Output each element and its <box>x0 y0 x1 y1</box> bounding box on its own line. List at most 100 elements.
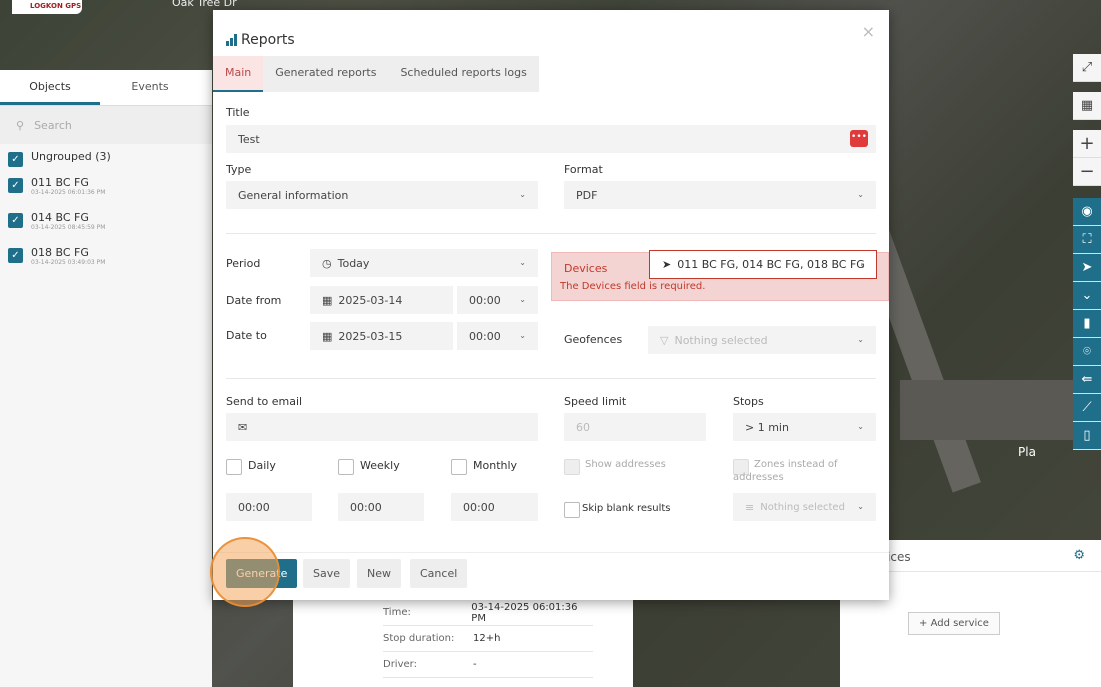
device-time: 03-14-2025 06:01:36 PM <box>31 189 106 196</box>
show-addresses-label: Show addresses <box>585 459 666 470</box>
info-key: Time: <box>383 607 411 618</box>
zones-select[interactable]: ≡ Nothing selected ⌄ <box>733 493 876 521</box>
route-icon[interactable]: ⇚ <box>1073 366 1101 394</box>
reports-modal: Reports × Main Generated reports Schedul… <box>213 10 889 600</box>
chevron-down-icon: ⌄ <box>857 190 864 199</box>
weekly-time-input[interactable]: 00:00 <box>338 493 424 521</box>
geofences-label: Geofences <box>564 333 623 346</box>
list-icon: ≡ <box>745 500 755 514</box>
zones-label-line2: addresses <box>733 472 784 483</box>
devices-select[interactable]: ➤ 011 BC FG, 014 BC FG, 018 BC FG ⌄ <box>649 250 877 279</box>
monthly-time-value: 00:00 <box>463 500 495 514</box>
zoom-out-icon[interactable]: − <box>1073 158 1101 186</box>
target-icon[interactable]: ◉ <box>1073 198 1101 226</box>
device-name: 011 BC FG <box>31 176 89 189</box>
date-from-input[interactable]: ▦ 2025-03-14 <box>310 286 453 314</box>
daily-checkbox[interactable] <box>226 459 242 475</box>
save-button[interactable]: Save <box>303 559 351 588</box>
speed-limit-label: Speed limit <box>564 395 627 408</box>
check-icon[interactable]: ✓ <box>8 152 23 167</box>
stops-value: > 1 min <box>745 420 789 434</box>
group-row[interactable]: ✓ Ungrouped (3) <box>0 144 212 172</box>
date-to-input[interactable]: ▦ 2025-03-15 <box>310 322 453 350</box>
period-label: Period <box>226 257 261 270</box>
calendar-icon: ▦ <box>322 293 333 307</box>
check-icon[interactable]: ✓ <box>8 248 23 263</box>
date-to-value: 2025-03-15 <box>338 329 403 343</box>
device-time: 03-14-2025 03:49:03 PM <box>31 259 106 266</box>
traffic-light-icon[interactable]: ▯ <box>1073 422 1101 450</box>
main-form: Title Test ••• Type General information ⌄… <box>213 92 889 552</box>
type-value: General information <box>238 188 349 202</box>
tab-scheduled-reports-logs[interactable]: Scheduled reports logs <box>388 56 538 92</box>
add-service-button[interactable]: + Add service <box>908 612 1000 635</box>
fit-bounds-icon[interactable]: ⛶ <box>1073 226 1101 254</box>
chevron-down-icon[interactable]: ⌄ <box>1073 282 1101 310</box>
show-addresses-checkbox[interactable] <box>564 459 580 475</box>
list-item[interactable]: ✓ 018 BC FG 03-14-2025 03:49:03 PM <box>0 242 212 277</box>
geofences-select[interactable]: ▽ Nothing selected ⌄ <box>648 326 876 354</box>
tab-events[interactable]: Events <box>100 70 200 105</box>
info-value: 12+h <box>473 633 501 644</box>
weekly-checkbox[interactable] <box>338 459 354 475</box>
divider <box>226 233 876 234</box>
info-key: Driver: <box>383 659 417 670</box>
info-key: Stop duration: <box>383 633 455 644</box>
fullscreen-icon[interactable]: ⤢ <box>1073 54 1101 82</box>
add-service-label: Add service <box>930 618 989 629</box>
stops-select[interactable]: > 1 min ⌄ <box>733 413 876 441</box>
daily-time-value: 00:00 <box>238 500 270 514</box>
objects-panel: Objects Events ⚲ Search ✓ Ungrouped (3) … <box>0 70 212 687</box>
new-button[interactable]: New <box>357 559 401 588</box>
brand-logo: LOGKON GPS <box>12 0 82 14</box>
lock-icon[interactable]: ▮ <box>1073 310 1101 338</box>
tab-generated-reports[interactable]: Generated reports <box>263 56 388 92</box>
type-select[interactable]: General information ⌄ <box>226 181 538 209</box>
click-highlight <box>210 537 280 607</box>
gear-icon[interactable]: ⚙ <box>1073 548 1085 563</box>
period-select[interactable]: ◷ Today ⌄ <box>310 249 538 277</box>
devices-label: Devices <box>564 262 608 275</box>
weekly-time-value: 00:00 <box>350 500 382 514</box>
tab-objects[interactable]: Objects <box>0 70 100 105</box>
check-icon[interactable]: ✓ <box>8 178 23 193</box>
navigate-icon[interactable]: ➤ <box>1073 254 1101 282</box>
email-input[interactable]: ✉ <box>226 413 538 441</box>
list-item[interactable]: ✓ 011 BC FG 03-14-2025 06:01:36 PM <box>0 172 212 207</box>
format-select[interactable]: PDF ⌄ <box>564 181 876 209</box>
cancel-button[interactable]: Cancel <box>410 559 468 588</box>
chevron-down-icon: ⌄ <box>857 335 864 344</box>
speed-limit-input[interactable]: 60 <box>564 413 706 441</box>
zoom-in-icon[interactable]: + <box>1073 130 1101 158</box>
date-from-value: 2025-03-14 <box>338 293 403 307</box>
format-value: PDF <box>576 188 598 202</box>
search-box[interactable]: ⚲ Search <box>0 106 212 144</box>
daily-time-input[interactable]: 00:00 <box>226 493 312 521</box>
map-layers-icon[interactable]: ▦ <box>1073 92 1101 120</box>
device-time: 03-14-2025 08:45:59 PM <box>31 224 106 231</box>
monthly-checkbox[interactable] <box>451 459 467 475</box>
ruler-icon[interactable]: ⟋ <box>1073 394 1101 422</box>
email-label: Send to email <box>226 395 303 408</box>
chevron-down-icon: ⌄ <box>859 260 866 269</box>
close-icon[interactable]: × <box>862 22 875 41</box>
time-to-select[interactable]: 00:00 ⌄ <box>457 322 538 350</box>
geofences-placeholder: Nothing selected <box>674 333 768 347</box>
tab-main[interactable]: Main <box>213 56 264 92</box>
list-item[interactable]: ✓ 014 BC FG 03-14-2025 08:45:59 PM <box>0 207 212 242</box>
more-icon[interactable]: ••• <box>850 130 868 147</box>
date-to-label: Date to <box>226 329 267 342</box>
zones-select-placeholder: Nothing selected <box>760 501 845 513</box>
check-icon[interactable]: ✓ <box>8 213 23 228</box>
chevron-down-icon: ⌄ <box>519 295 526 304</box>
group-label: Ungrouped (3) <box>31 150 111 163</box>
monthly-label: Monthly <box>473 459 518 472</box>
monthly-time-input[interactable]: 00:00 <box>451 493 538 521</box>
divider <box>226 378 876 379</box>
pin-icon[interactable]: ⌾ <box>1073 338 1101 366</box>
skip-blank-checkbox[interactable] <box>564 502 580 518</box>
title-input[interactable]: Test ••• <box>226 125 876 153</box>
navigate-icon: ➤ <box>662 258 672 271</box>
time-from-select[interactable]: 00:00 ⌄ <box>457 286 538 314</box>
search-input[interactable]: Search <box>34 119 72 132</box>
